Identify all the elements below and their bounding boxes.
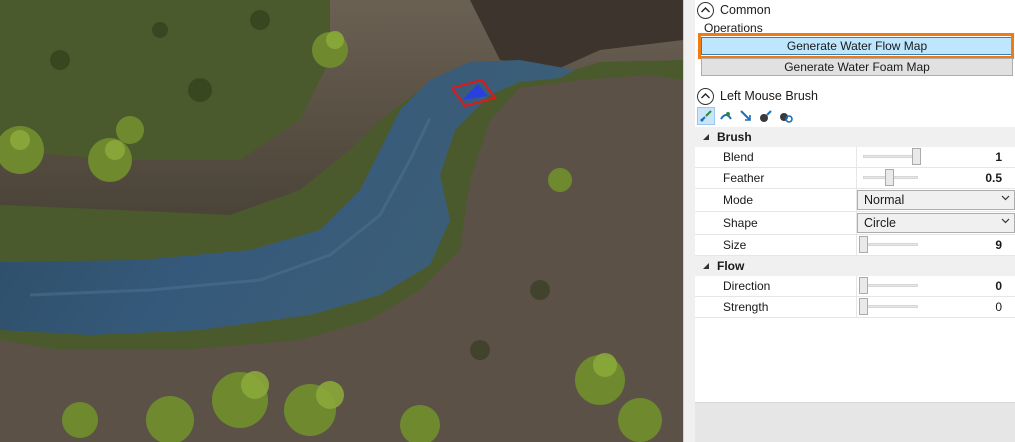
chevron-down-icon [1001, 195, 1010, 201]
generate-water-flow-map-button[interactable]: Generate Water Flow Map [701, 37, 1013, 55]
mode-value: Normal [864, 193, 905, 207]
size-label: Size [695, 235, 857, 255]
brush-tool-icon [700, 110, 712, 122]
terrain-scene [0, 0, 683, 442]
blend-row: Blend 1 [695, 147, 1015, 168]
collapse-common-button[interactable] [697, 1, 714, 19]
properties-panel: Common Operations Generate Water Flow Ma… [695, 0, 1015, 442]
blend-slider-track[interactable] [863, 155, 918, 158]
chevron-up-icon [701, 93, 710, 99]
brush-tool-button[interactable] [697, 107, 715, 125]
direction-slider-track[interactable] [863, 284, 918, 287]
chevron-up-icon [701, 7, 710, 13]
strength-slider-track[interactable] [863, 305, 918, 308]
shape-value: Circle [864, 216, 896, 230]
blend-slider-thumb[interactable] [912, 148, 921, 165]
foam-erase-tool-icon [780, 113, 793, 123]
brush-category-label: Brush [717, 129, 752, 144]
collapse-brush-button[interactable] [697, 87, 714, 105]
brush-section-header: Left Mouse Brush [695, 86, 818, 106]
shape-row: Shape Circle [695, 212, 1015, 235]
smooth-tool-icon [720, 112, 732, 120]
brush-toolbar [697, 107, 795, 125]
feather-slider-thumb[interactable] [885, 169, 894, 186]
shape-dropdown[interactable]: Circle [857, 213, 1015, 233]
feather-row: Feather 0.5 [695, 168, 1015, 189]
blend-value: 1 [995, 150, 1002, 164]
chevron-down-icon [1001, 218, 1010, 224]
direction-row: Direction 0 [695, 276, 1015, 297]
foam-erase-tool-button[interactable] [777, 107, 795, 125]
flow-arrow-tool-button[interactable] [737, 107, 755, 125]
collapse-brush-category[interactable] [695, 133, 717, 141]
collapse-flow-category[interactable] [695, 262, 717, 270]
flow-arrow-tool-icon [740, 110, 751, 121]
brush-section-title: Left Mouse Brush [720, 89, 818, 103]
direction-value: 0 [995, 279, 1002, 293]
size-value: 9 [995, 238, 1002, 252]
common-section-title: Common [720, 3, 771, 17]
foam-paint-tool-button[interactable] [757, 107, 775, 125]
strength-label: Strength [695, 297, 857, 317]
splitter[interactable] [683, 0, 695, 442]
shape-label: Shape [695, 212, 857, 234]
direction-slider-thumb[interactable] [859, 277, 868, 294]
brush-category-row: Brush [695, 127, 1015, 147]
strength-slider-thumb[interactable] [859, 298, 868, 315]
foam-paint-tool-icon [760, 110, 772, 122]
operations-label: Operations [704, 21, 763, 35]
terrain-viewport[interactable] [0, 0, 683, 442]
property-grid: Brush Blend 1 Feather 0.5 Mode Normal Sh… [695, 127, 1015, 318]
flow-category-label: Flow [717, 258, 745, 273]
smooth-tool-button[interactable] [717, 107, 735, 125]
flow-category-row: Flow [695, 256, 1015, 276]
blend-label: Blend [695, 147, 857, 167]
description-pane [695, 402, 1015, 442]
feather-value: 0.5 [985, 171, 1002, 185]
mode-label: Mode [695, 189, 857, 211]
strength-value: 0 [995, 300, 1002, 314]
mode-dropdown[interactable]: Normal [857, 190, 1015, 210]
generate-water-foam-map-button[interactable]: Generate Water Foam Map [701, 58, 1013, 76]
size-slider-thumb[interactable] [859, 236, 868, 253]
direction-label: Direction [695, 276, 857, 296]
mode-row: Mode Normal [695, 189, 1015, 212]
feather-label: Feather [695, 168, 857, 188]
common-section-header: Common [695, 0, 771, 20]
size-slider-track[interactable] [863, 243, 918, 246]
triangle-down-icon [703, 133, 709, 140]
size-row: Size 9 [695, 235, 1015, 256]
strength-row: Strength 0 [695, 297, 1015, 318]
triangle-down-icon [703, 262, 709, 269]
